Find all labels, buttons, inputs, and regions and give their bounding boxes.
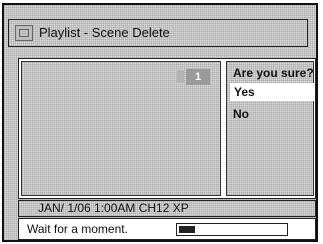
playlist-icon: [15, 25, 33, 41]
title-bar: Playlist - Scene Delete: [8, 19, 308, 47]
page-title: Playlist - Scene Delete: [39, 25, 170, 40]
status-message: Wait for a moment.: [27, 222, 128, 236]
progress-bar: [176, 223, 288, 236]
no-option[interactable]: No: [233, 107, 249, 121]
scene-number-badge: 1: [177, 69, 210, 85]
progress-fill: [179, 226, 195, 233]
confirm-panel: [226, 61, 314, 196]
yes-option[interactable]: Yes: [230, 83, 314, 101]
confirm-question: Are you sure?: [233, 66, 314, 80]
recording-info: JAN/ 1/06 1:00AM CH12 XP: [38, 201, 189, 215]
